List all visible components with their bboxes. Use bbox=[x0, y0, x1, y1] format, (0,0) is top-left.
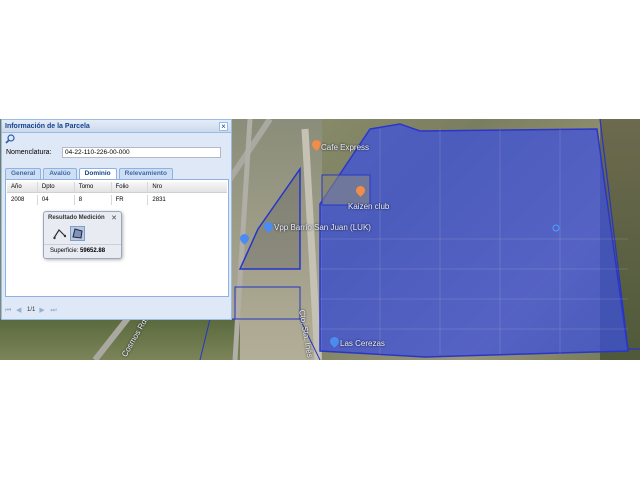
grid-header: Año Dpto Tomo Folio Nro bbox=[7, 182, 227, 193]
next-page-icon[interactable]: ▶ bbox=[39, 307, 46, 314]
tab-dominio[interactable]: Dominio bbox=[78, 168, 117, 179]
window-titlebar[interactable]: Información de la Parcela × bbox=[2, 120, 231, 133]
cell-folio: FR bbox=[112, 195, 149, 205]
col-dpto[interactable]: Dpto bbox=[38, 182, 75, 192]
superficie-label: Superficie: bbox=[50, 248, 79, 254]
page-indicator: 1/1 bbox=[27, 307, 36, 313]
col-nro[interactable]: Nro bbox=[148, 182, 227, 192]
superficie-value: 59652.88 bbox=[80, 248, 106, 254]
measure-area-icon[interactable] bbox=[70, 225, 85, 241]
measurement-tools bbox=[44, 224, 121, 242]
cell-nro: 2831 bbox=[152, 197, 166, 203]
first-page-icon[interactable]: ⏮ bbox=[5, 307, 12, 314]
cell-dpto: 04 bbox=[38, 195, 75, 205]
tab-avaluo[interactable]: Avalúo bbox=[43, 168, 77, 179]
window-title: Información de la Parcela bbox=[5, 122, 90, 130]
table-row[interactable]: 2008 04 8 FR 2831 bbox=[7, 195, 227, 205]
nomenclatura-field[interactable]: 04-22-110-226-00-000 bbox=[62, 147, 221, 158]
map-label-club: Kaizen club bbox=[348, 202, 390, 211]
tab-strip: General Avalúo Dominio Relevamiento bbox=[5, 168, 173, 179]
measurement-result-popup[interactable]: Resultado Medición ✕ Superficie: 59652.8… bbox=[43, 211, 122, 259]
superficie-row: Superficie: 59652.88 bbox=[44, 244, 121, 254]
col-tomo[interactable]: Tomo bbox=[75, 182, 112, 192]
map-label-barrio: Vpp Barrio San Juan (LUK) bbox=[274, 223, 371, 232]
nomenclatura-row: Nomenclatura: 04-22-110-226-00-000 bbox=[2, 145, 231, 160]
last-page-icon[interactable]: ⏭ bbox=[50, 307, 57, 314]
cell-anio: 2008 bbox=[7, 195, 38, 205]
tab-relevamiento[interactable]: Relevamiento bbox=[118, 168, 173, 179]
zoom-icon[interactable] bbox=[5, 134, 15, 144]
pager: ⏮ ◀ 1/1 ▶ ⏭ bbox=[5, 304, 229, 316]
map-label-cerezas: Las Cerezas bbox=[340, 339, 385, 348]
col-folio[interactable]: Folio bbox=[112, 182, 149, 192]
tab-general[interactable]: General bbox=[5, 168, 42, 179]
col-anio[interactable]: Año bbox=[7, 182, 38, 192]
measurement-header: Resultado Medición ✕ bbox=[44, 212, 121, 224]
measure-distance-icon[interactable] bbox=[52, 226, 67, 241]
prev-page-icon[interactable]: ◀ bbox=[16, 307, 23, 314]
nomenclatura-label: Nomenclatura: bbox=[6, 149, 52, 156]
measurement-close-icon[interactable]: ✕ bbox=[111, 214, 117, 222]
map-label-cafe: Cafe Express bbox=[321, 143, 370, 152]
parcel-polygon bbox=[319, 123, 629, 358]
window-toolbar bbox=[2, 133, 231, 145]
measurement-title: Resultado Medición bbox=[48, 215, 105, 221]
cell-tomo: 8 bbox=[75, 195, 112, 205]
close-icon[interactable]: × bbox=[219, 121, 228, 131]
